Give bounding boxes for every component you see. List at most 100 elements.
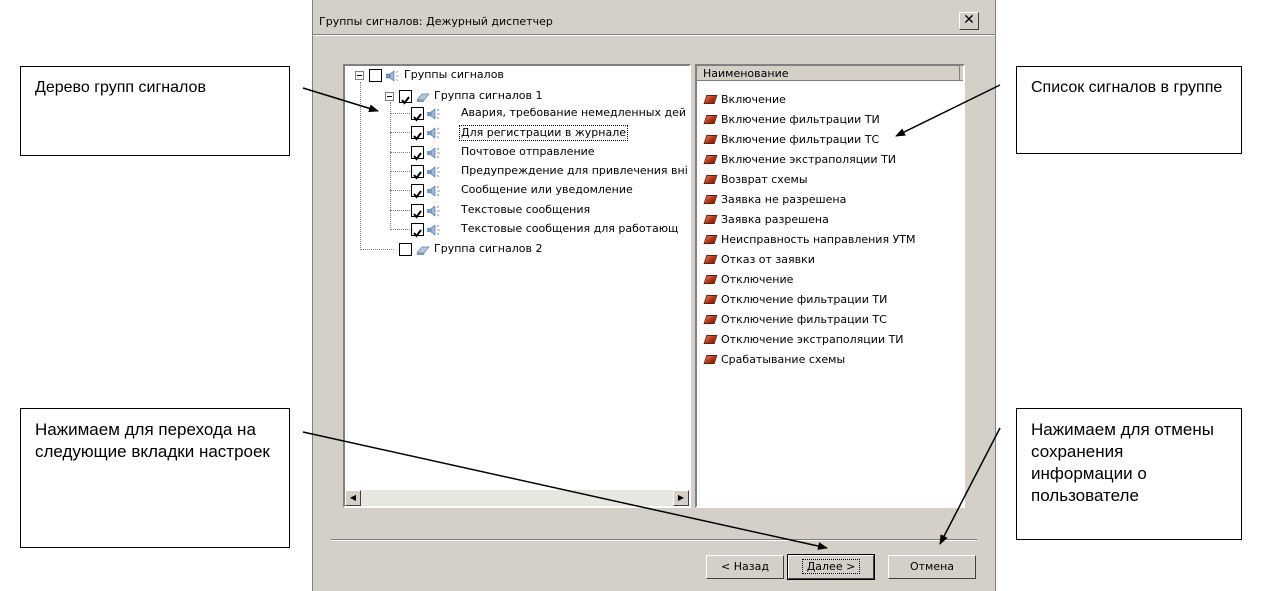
cancel-button[interactable]: Отмена: [888, 555, 976, 579]
signal-icon: [703, 295, 718, 304]
signal-group-tree[interactable]: Группы сигналов Группа сигналов 1 Авария…: [343, 64, 691, 508]
child-checkbox[interactable]: [411, 184, 424, 199]
root-checkbox[interactable]: [369, 69, 382, 82]
tree-line: [390, 152, 410, 153]
speaker-icon: [427, 127, 440, 139]
check-icon: [413, 113, 422, 122]
list-item[interactable]: Отключение фильтрации ТС: [703, 313, 887, 333]
buttons-separator: [331, 539, 977, 541]
tree-horizontal-scrollbar[interactable]: ◀ ▶: [345, 490, 689, 506]
eraser-icon: [416, 93, 430, 102]
tree-line: [360, 249, 394, 250]
arrow-left-icon: ◀: [349, 493, 357, 502]
tree-signal-item[interactable]: Почтовое отправление: [461, 145, 595, 159]
tree-signal-item[interactable]: Сообщение или уведомление: [461, 183, 633, 197]
check-icon: [413, 152, 422, 161]
callout-next-text: Нажимаем для перехода на следующие вклад…: [35, 420, 270, 461]
list-item[interactable]: Неисправность направления УТМ: [703, 233, 916, 253]
tree-line: [390, 190, 410, 191]
callout-list-text: Список сигналов в группе: [1031, 79, 1223, 96]
group2-checkbox[interactable]: [399, 243, 412, 256]
collapse-root-toggle[interactable]: [355, 71, 364, 80]
column-divider: [959, 66, 960, 80]
tree-signal-item-selected[interactable]: Для регистрации в журнале: [459, 125, 628, 141]
check-icon: [413, 171, 422, 180]
group1-checkbox[interactable]: [399, 90, 412, 105]
tree-group2-label[interactable]: Группа сигналов 2: [434, 242, 542, 256]
list-item[interactable]: Заявка не разрешена: [703, 193, 847, 213]
signal-list[interactable]: Наименование Включение Включение фильтра…: [695, 64, 965, 508]
arrow-right-icon: ▶: [677, 493, 685, 502]
list-item[interactable]: Отключение экстраполяции ТИ: [703, 333, 904, 353]
tree-line: [360, 82, 361, 248]
list-item-label: Заявка разрешена: [721, 213, 829, 226]
child-checkbox[interactable]: [411, 204, 424, 219]
list-item-label: Возврат схемы: [721, 173, 808, 186]
tree-group1-label[interactable]: Группа сигналов 1: [434, 89, 542, 103]
tree-line: [390, 171, 410, 172]
list-item-label: Отключение: [721, 273, 794, 286]
speaker-icon: [427, 185, 440, 197]
tree-signal-item[interactable]: Текстовые сообщения для работающ: [461, 222, 678, 236]
collapse-group1-toggle[interactable]: [385, 92, 394, 101]
scroll-right-button[interactable]: ▶: [673, 490, 689, 506]
list-item[interactable]: Отказ от заявки: [703, 253, 815, 273]
check-icon: [413, 229, 422, 238]
speaker-icon: [427, 147, 440, 159]
list-item[interactable]: Включение фильтрации ТС: [703, 133, 879, 153]
signal-icon: [703, 175, 718, 184]
next-button-label: Далее >: [801, 559, 861, 574]
tree-line: [390, 229, 410, 230]
list-item-label: Отключение экстраполяции ТИ: [721, 333, 904, 346]
list-item[interactable]: Отключение фильтрации ТИ: [703, 293, 888, 313]
callout-next: Нажимаем для перехода на следующие вклад…: [20, 408, 290, 548]
list-item[interactable]: Включение: [703, 93, 786, 113]
signal-icon: [703, 215, 718, 224]
signal-icon: [703, 115, 718, 124]
check-icon: [413, 132, 422, 141]
child-checkbox[interactable]: [411, 165, 424, 180]
callout-cancel-text: Нажимаем для отмены сохранения информаци…: [1031, 420, 1214, 505]
speaker-icon: [427, 205, 440, 217]
list-item[interactable]: Включение экстраполяции ТИ: [703, 153, 896, 173]
close-icon: ✕: [963, 12, 975, 28]
speaker-icon: [427, 166, 440, 178]
list-item-label: Неисправность направления УТМ: [721, 233, 916, 246]
signal-icon: [703, 155, 718, 164]
tree-signal-item[interactable]: Предупреждение для привлечения вні: [461, 164, 688, 178]
check-icon: [413, 210, 422, 219]
tree-line: [390, 132, 410, 133]
back-button[interactable]: < Назад: [706, 555, 784, 579]
child-checkbox[interactable]: [411, 126, 424, 141]
speaker-icon: [427, 108, 440, 120]
signal-icon: [703, 355, 718, 364]
signal-icon: [703, 275, 718, 284]
tree-root-label[interactable]: Группы сигналов: [404, 68, 504, 82]
list-item[interactable]: Заявка разрешена: [703, 213, 829, 233]
list-item-label: Отключение фильтрации ТИ: [721, 293, 888, 306]
list-item[interactable]: Включение фильтрации ТИ: [703, 113, 880, 133]
cancel-button-label: Отмена: [909, 560, 955, 573]
speaker-icon: [386, 70, 399, 82]
list-item-label: Заявка не разрешена: [721, 193, 847, 206]
list-item-label: Отказ от заявки: [721, 253, 815, 266]
speaker-icon: [427, 224, 440, 236]
tree-line: [390, 210, 410, 211]
signal-icon: [703, 95, 718, 104]
close-button[interactable]: ✕: [959, 12, 979, 30]
list-item[interactable]: Возврат схемы: [703, 173, 808, 193]
list-item[interactable]: Срабатывание схемы: [703, 353, 845, 373]
list-item[interactable]: Отключение: [703, 273, 794, 293]
signal-icon: [703, 195, 718, 204]
child-checkbox[interactable]: [411, 223, 424, 238]
next-button[interactable]: Далее >: [787, 554, 875, 580]
signal-icon: [703, 135, 718, 144]
child-checkbox[interactable]: [411, 107, 424, 122]
dialog-title: Группы сигналов: Дежурный диспетчер: [319, 15, 553, 28]
scroll-left-button[interactable]: ◀: [345, 490, 361, 506]
list-item-label: Включение фильтрации ТИ: [721, 113, 880, 126]
tree-signal-item[interactable]: Авария, требование немедленных дей: [461, 106, 686, 120]
list-column-header[interactable]: Наименование: [697, 66, 963, 81]
tree-signal-item[interactable]: Текстовые сообщения: [461, 203, 590, 217]
child-checkbox[interactable]: [411, 146, 424, 161]
